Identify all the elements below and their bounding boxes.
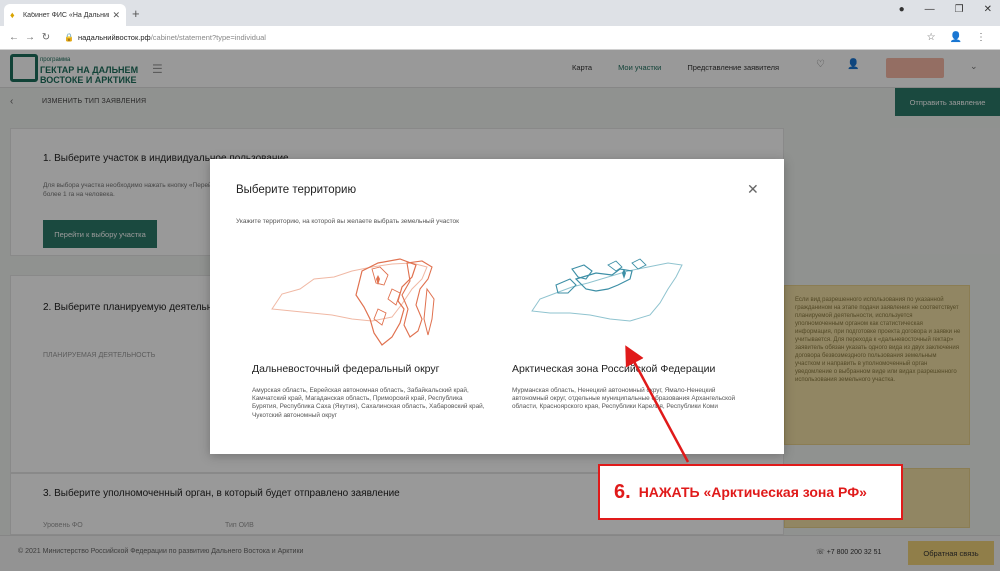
option-arctic-title: Арктическая зона Российской Федерации bbox=[512, 363, 716, 375]
maximize-icon[interactable]: ❐ bbox=[955, 4, 964, 15]
address-bar: ← → ↻ 🔒 надальнийвосток.рф /cabinet/stat… bbox=[0, 26, 1000, 50]
territory-modal: Выберите территорию ✕ Укажите территорию… bbox=[210, 159, 784, 454]
back-icon[interactable]: ← bbox=[6, 32, 22, 43]
bookmark-star-icon[interactable]: ☆ bbox=[927, 32, 936, 43]
lock-icon: 🔒 bbox=[64, 33, 74, 42]
minimize-icon[interactable]: — bbox=[925, 4, 935, 15]
profile-dot-icon[interactable]: ● bbox=[899, 4, 905, 15]
close-icon[interactable]: ✕ bbox=[747, 181, 759, 198]
browser-tab[interactable]: ♦ Кабинет ФИС «На Дальний Вос… ✕ bbox=[4, 4, 126, 26]
instruction-text: НАЖАТЬ «Арктическая зона РФ» bbox=[638, 484, 867, 500]
url-path: /cabinet/statement?type=individual bbox=[150, 33, 266, 42]
account-icon[interactable]: 👤 bbox=[950, 32, 962, 43]
option-far-east-description: Амурская область, Еврейская автономная о… bbox=[252, 387, 485, 419]
far-east-map-icon bbox=[271, 258, 435, 346]
url-host: надальнийвосток.рф bbox=[77, 33, 151, 42]
reload-icon[interactable]: ↻ bbox=[38, 32, 54, 43]
modal-title: Выберите территорию bbox=[236, 184, 357, 196]
window-controls: ● — ❐ ✕ bbox=[899, 4, 992, 15]
tab-title: Кабинет ФИС «На Дальний Вос… bbox=[23, 11, 110, 19]
browser-tab-bar: ♦ Кабинет ФИС «На Дальний Вос… ✕ + ● — ❐… bbox=[0, 0, 1000, 26]
option-arctic-description: Мурманская область, Ненецкий автономный … bbox=[512, 387, 736, 411]
modal-subtitle: Укажите территорию, на которой вы желает… bbox=[236, 218, 460, 225]
new-tab-icon[interactable]: + bbox=[132, 6, 140, 21]
option-arctic-zone[interactable]: Арктическая зона Российской Федерации Му… bbox=[512, 249, 757, 429]
forward-icon[interactable]: → bbox=[22, 32, 38, 43]
option-far-east-title: Дальневосточный федеральный округ bbox=[252, 363, 440, 375]
close-tab-icon[interactable]: ✕ bbox=[112, 10, 120, 21]
url-field[interactable]: 🔒 надальнийвосток.рф /cabinet/statement?… bbox=[64, 33, 927, 42]
close-window-icon[interactable]: ✕ bbox=[984, 4, 992, 15]
browser-menu-icon[interactable]: ⋮ bbox=[976, 32, 986, 43]
option-far-east[interactable]: Дальневосточный федеральный округ Амурск… bbox=[252, 249, 502, 429]
instruction-callout: 6. НАЖАТЬ «Арктическая зона РФ» bbox=[598, 464, 903, 520]
step-number: 6. bbox=[614, 480, 631, 503]
site-favicon-icon: ♦ bbox=[10, 9, 15, 20]
arctic-map-icon bbox=[531, 258, 683, 322]
